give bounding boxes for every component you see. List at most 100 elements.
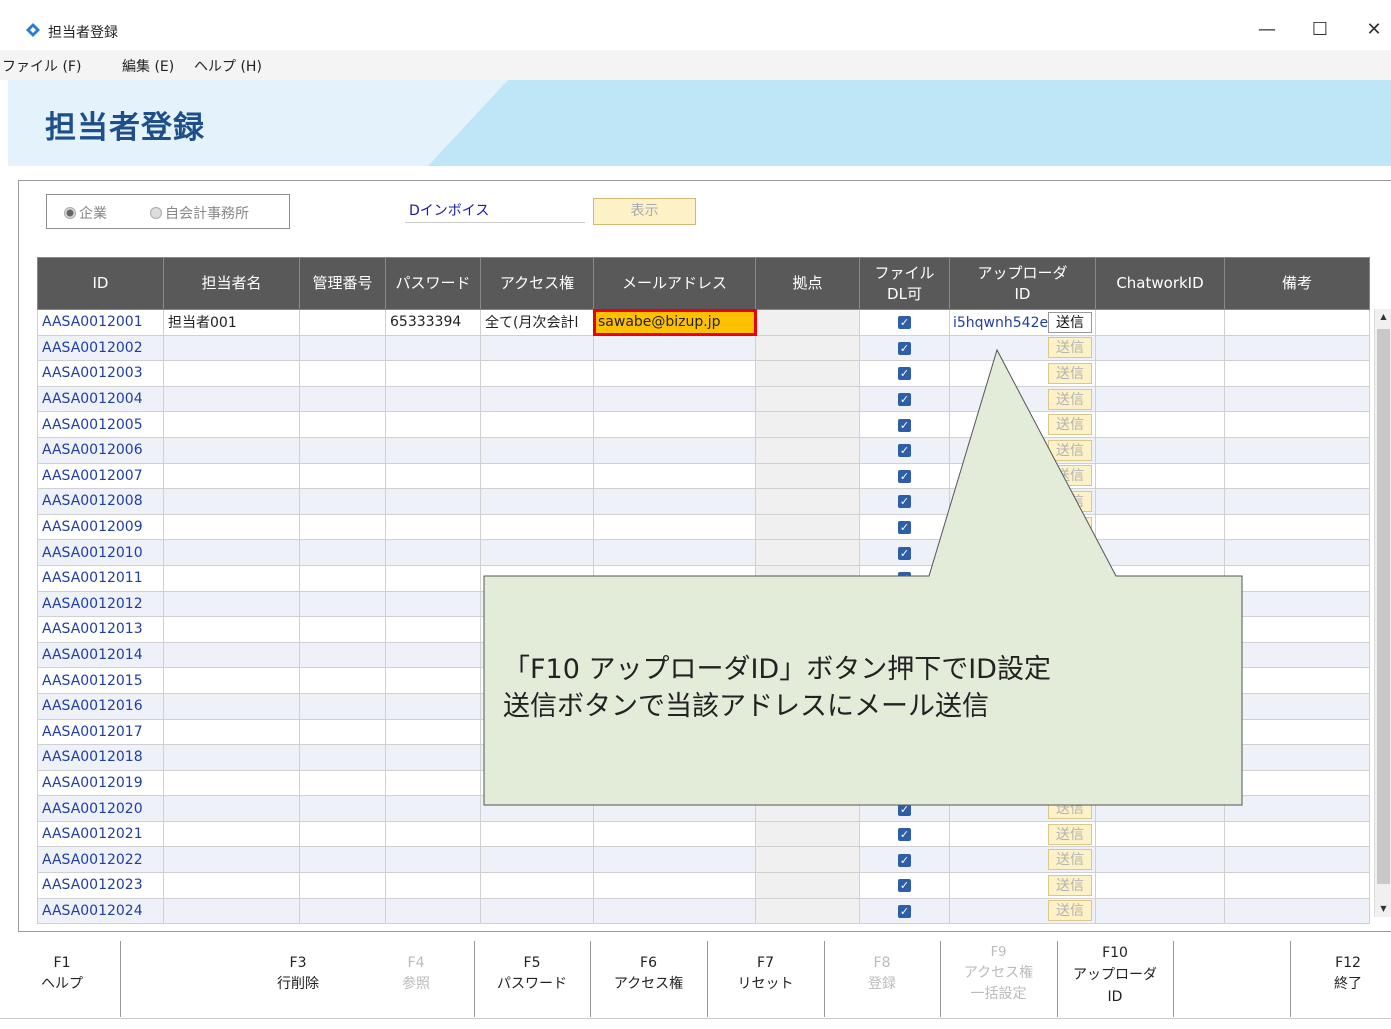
cell-mgmt-no[interactable] [299, 820, 386, 848]
cell-chatwork[interactable] [1095, 872, 1225, 899]
cell-mgmt-no[interactable] [299, 897, 386, 925]
cell-notes[interactable] [1224, 846, 1370, 874]
cell-base[interactable] [755, 872, 860, 899]
cell-notes[interactable] [1224, 795, 1370, 822]
cell-id[interactable]: AASA0012022 [37, 846, 164, 874]
scroll-thumb[interactable] [1377, 329, 1390, 884]
cell-password[interactable] [385, 769, 481, 797]
cell-name[interactable] [163, 718, 300, 746]
cell-password[interactable] [385, 411, 481, 438]
cell-notes[interactable] [1224, 385, 1370, 413]
cell-mgmt-no[interactable] [299, 385, 386, 413]
cell-password[interactable] [385, 616, 481, 643]
cell-file-dl[interactable]: ✓ [859, 820, 950, 848]
cell-name[interactable] [163, 872, 300, 899]
cell-mgmt-no[interactable] [299, 590, 386, 618]
cell-mgmt-no[interactable] [299, 309, 386, 336]
cell-id[interactable]: AASA0012008 [37, 488, 164, 515]
cell-notes[interactable] [1224, 769, 1370, 797]
checkbox-checked-icon[interactable]: ✓ [898, 828, 911, 842]
cell-notes[interactable] [1224, 744, 1370, 771]
cell-mgmt-no[interactable] [299, 769, 386, 797]
cell-chatwork[interactable] [1095, 846, 1225, 874]
cell-notes[interactable] [1224, 539, 1370, 566]
cell-name[interactable] [163, 539, 300, 566]
cell-uploader-id[interactable]: 送信 [949, 872, 1096, 899]
cell-access[interactable]: 全て(月次会計l [480, 309, 594, 336]
cell-name[interactable] [163, 795, 300, 822]
cell-mgmt-no[interactable] [299, 334, 386, 362]
cell-id[interactable]: AASA0012015 [37, 667, 164, 694]
menu-edit[interactable]: 編集 (E) [122, 56, 174, 76]
cell-notes[interactable] [1224, 820, 1370, 848]
cell-password[interactable] [385, 795, 481, 822]
cell-name[interactable] [163, 564, 300, 592]
cell-notes[interactable] [1224, 334, 1370, 362]
cell-name[interactable] [163, 334, 300, 362]
scroll-down-icon[interactable]: ▼ [1375, 901, 1391, 917]
cell-password[interactable] [385, 872, 481, 899]
cell-id[interactable]: AASA0012007 [37, 462, 164, 490]
cell-file-dl[interactable]: ✓ [859, 872, 950, 899]
cell-id[interactable]: AASA0012011 [37, 564, 164, 592]
cell-notes[interactable] [1224, 436, 1370, 464]
company-name-input[interactable] [405, 198, 585, 223]
cell-id[interactable]: AASA0012023 [37, 872, 164, 899]
checkbox-checked-icon[interactable]: ✓ [898, 879, 911, 893]
cell-name[interactable] [163, 513, 300, 541]
table-row[interactable]: AASA0012021 ✓ 送信 [37, 820, 1370, 848]
cell-name[interactable] [163, 590, 300, 618]
cell-id[interactable]: AASA0012004 [37, 385, 164, 413]
cell-name[interactable] [163, 744, 300, 771]
cell-mgmt-no[interactable] [299, 513, 386, 541]
cell-notes[interactable] [1224, 513, 1370, 541]
cell-id[interactable]: AASA0012021 [37, 820, 164, 848]
cell-notes[interactable] [1224, 564, 1370, 592]
cell-password[interactable] [385, 744, 481, 771]
checkbox-checked-icon[interactable]: ✓ [898, 904, 911, 918]
cell-mgmt-no[interactable] [299, 718, 386, 746]
send-button[interactable]: 送信 [1048, 849, 1092, 871]
cell-password[interactable] [385, 667, 481, 694]
cell-id[interactable]: AASA0012020 [37, 795, 164, 822]
send-button[interactable]: 送信 [1048, 311, 1092, 333]
cell-id[interactable]: AASA0012012 [37, 590, 164, 618]
table-scrollbar[interactable]: ▲ ▼ [1374, 309, 1391, 917]
cell-base[interactable] [755, 820, 860, 848]
cell-password[interactable] [385, 488, 481, 515]
cell-password[interactable] [385, 641, 481, 669]
cell-name[interactable] [163, 667, 300, 694]
cell-mgmt-no[interactable] [299, 872, 386, 899]
cell-mgmt-no[interactable] [299, 436, 386, 464]
cell-id[interactable]: AASA0012017 [37, 718, 164, 746]
cell-password[interactable] [385, 334, 481, 362]
cell-password[interactable] [385, 539, 481, 566]
cell-name[interactable] [163, 769, 300, 797]
cell-mgmt-no[interactable] [299, 360, 386, 387]
cell-mgmt-no[interactable] [299, 667, 386, 694]
cell-name[interactable] [163, 488, 300, 515]
cell-notes[interactable] [1224, 309, 1370, 336]
checkbox-checked-icon[interactable]: ✓ [898, 853, 911, 867]
cell-password[interactable] [385, 846, 481, 874]
cell-mgmt-no[interactable] [299, 411, 386, 438]
cell-password[interactable] [385, 513, 481, 541]
cell-chatwork[interactable] [1095, 820, 1225, 848]
cell-name[interactable] [163, 385, 300, 413]
cell-password[interactable] [385, 436, 481, 464]
cell-mgmt-no[interactable] [299, 795, 386, 822]
cell-name[interactable] [163, 616, 300, 643]
f9-bulk-access-button[interactable]: F9 アクセス権 一括設定 [940, 942, 1057, 1018]
show-button[interactable]: 表示 [593, 198, 696, 225]
cell-chatwork[interactable] [1095, 897, 1225, 925]
send-button[interactable]: 送信 [1048, 900, 1092, 922]
cell-name[interactable] [163, 641, 300, 669]
cell-email[interactable] [593, 846, 756, 874]
cell-file-dl[interactable]: ✓ [859, 897, 950, 925]
cell-name[interactable] [163, 360, 300, 387]
cell-mgmt-no[interactable] [299, 488, 386, 515]
menu-file[interactable]: ファイル (F) [2, 56, 81, 76]
cell-id[interactable]: AASA0012010 [37, 539, 164, 566]
cell-notes[interactable] [1224, 718, 1370, 746]
cell-mgmt-no[interactable] [299, 744, 386, 771]
